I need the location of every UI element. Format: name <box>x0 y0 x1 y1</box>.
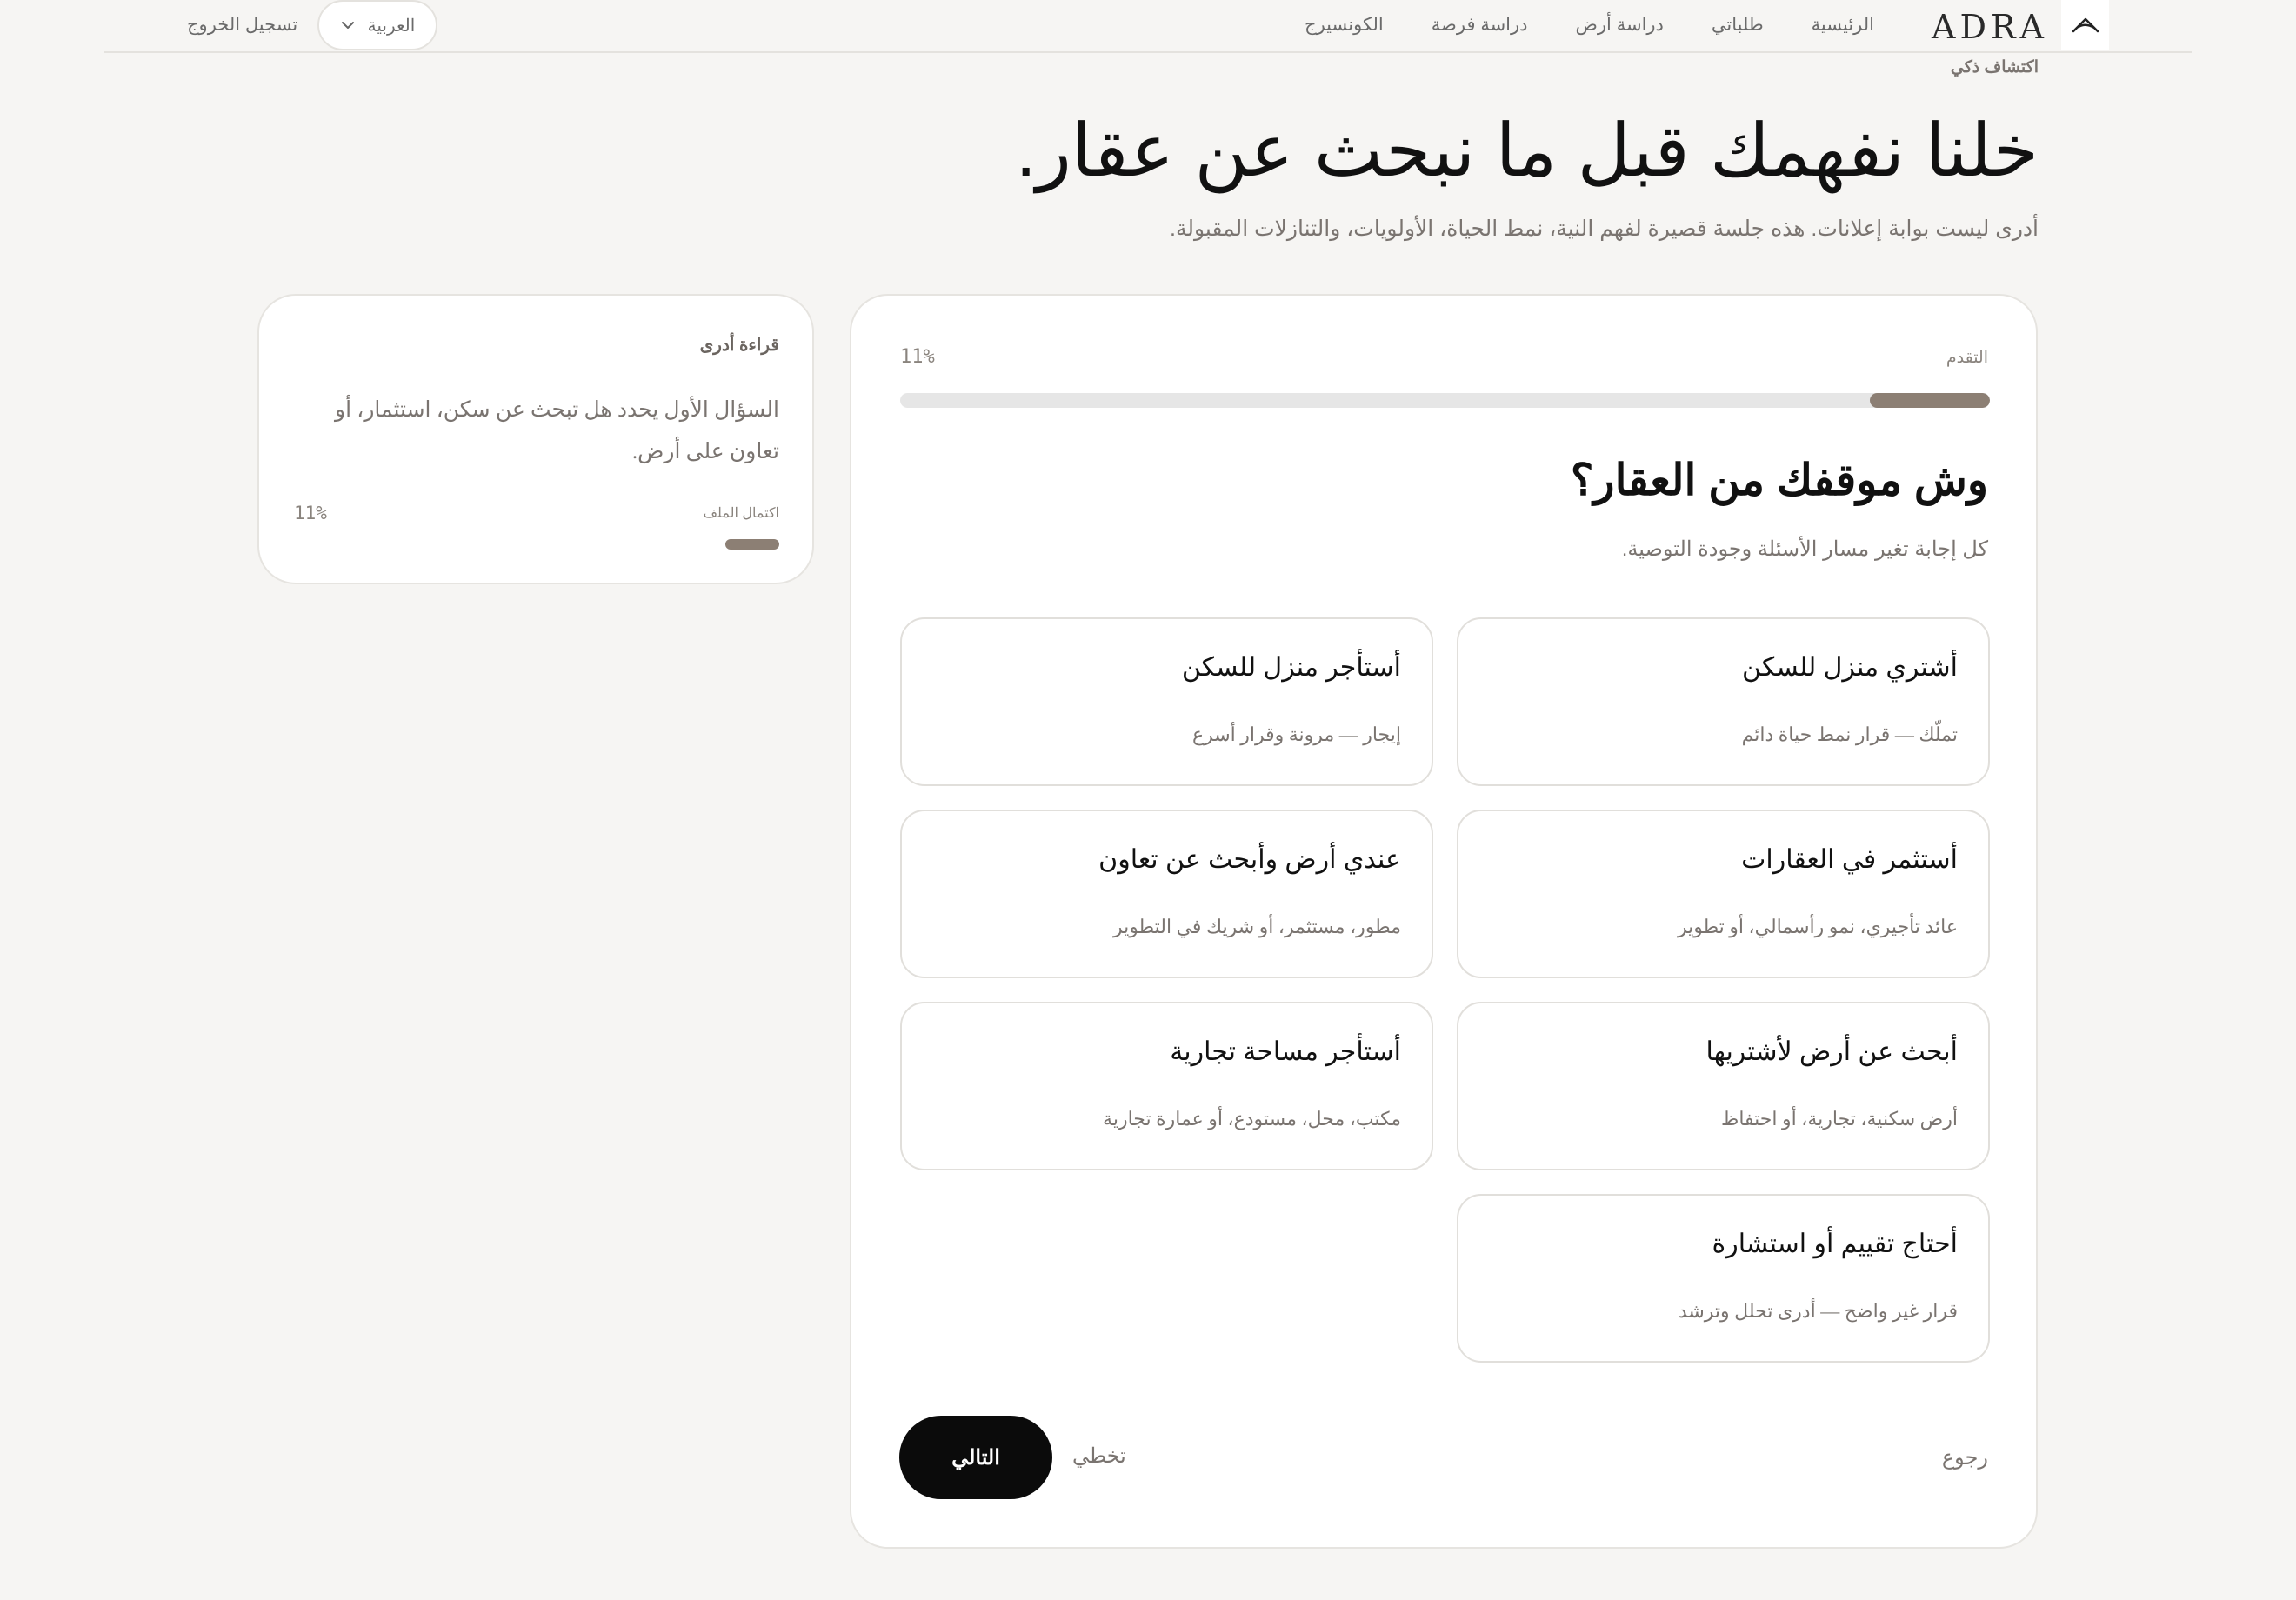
option-description: قرار غير واضح — أدرى تحلل وترشد <box>1678 1300 1958 1322</box>
logout-link[interactable]: تسجيل الخروج <box>187 12 297 38</box>
progress-value: 11% <box>900 346 935 368</box>
option-title: أحتاج تقييم أو استشارة <box>1712 1230 1959 1258</box>
option-title: عندي أرض وأبحث عن تعاون <box>1098 845 1401 874</box>
next-button[interactable]: التالي <box>899 1416 1052 1499</box>
chevron-down-icon <box>341 22 354 29</box>
nav-item-opportunity-study[interactable]: دراسة فرصة <box>1432 12 1528 38</box>
question-subtitle: كل إجابة تغير مسار الأسئلة وجودة التوصية… <box>1621 537 1988 561</box>
option-invest[interactable]: أستثمر في العقارات عائد تأجيري، نمو رأسم… <box>1457 810 1990 978</box>
option-valuation-consult[interactable]: أحتاج تقييم أو استشارة قرار غير واضح — أ… <box>1457 1194 1990 1363</box>
option-description: مطور، مستثمر، أو شريك في التطوير <box>1112 916 1401 937</box>
progress-bar-fill <box>1870 393 1990 408</box>
insight-card: قراءة أدرى السؤال الأول يحدد هل تبحث عن … <box>257 294 814 584</box>
page-title: خلنا نفهمك قبل ما نبحث عن عقار. <box>1016 110 2039 191</box>
question-title: وش موقفك من العقار؟ <box>1570 456 1988 504</box>
profile-completion-bar <box>725 539 779 550</box>
option-land-partnership[interactable]: عندي أرض وأبحث عن تعاون مطور، مستثمر، أو… <box>900 810 1433 978</box>
profile-completion-label: اكتمال الملف <box>703 506 779 521</box>
option-title: أبحث عن أرض لأشتريها <box>1705 1037 1958 1066</box>
option-title: أشتري منزل للسكن <box>1742 653 1958 682</box>
option-title: أستأجر منزل للسكن <box>1181 653 1401 682</box>
top-header: ADRA الرئيسية طلباتي دراسة أرض دراسة فرص… <box>104 0 2192 53</box>
profile-completion-value: 11% <box>294 503 327 523</box>
progress-label: التقدم <box>1946 349 1988 367</box>
logo-icon[interactable] <box>2061 0 2109 50</box>
nav-item-my-requests[interactable]: طلباتي <box>1712 12 1764 38</box>
back-button[interactable]: رجوع <box>1942 1445 1988 1470</box>
skip-button[interactable]: تخطي <box>1072 1443 1126 1469</box>
option-title: أستأجر مساحة تجارية <box>1170 1037 1401 1066</box>
option-buy-land[interactable]: أبحث عن أرض لأشتريها أرض سكنية، تجارية، … <box>1457 1002 1990 1170</box>
option-rent-home[interactable]: أستأجر منزل للسكن إيجار — مرونة وقرار أس… <box>900 617 1433 786</box>
page-subtitle: أدرى ليست بوابة إعلانات. هذه جلسة قصيرة … <box>1170 217 2039 241</box>
option-buy-home[interactable]: أشتري منزل للسكن تملّك — قرار نمط حياة د… <box>1457 617 1990 786</box>
nav-item-concierge[interactable]: الكونسيرج <box>1305 12 1384 38</box>
option-description: أرض سكنية، تجارية، أو احتفاظ <box>1720 1108 1958 1130</box>
option-title: أستثمر في العقارات <box>1741 845 1958 874</box>
nav-item-home[interactable]: الرئيسية <box>1812 12 1874 38</box>
progress-bar <box>900 393 1990 408</box>
language-select[interactable]: العربية <box>317 0 437 50</box>
insight-title: قراءة أدرى <box>699 336 779 355</box>
nav-item-land-study[interactable]: دراسة أرض <box>1576 12 1664 38</box>
option-description: إيجار — مرونة وقرار أسرع <box>1191 723 1401 745</box>
option-description: مكتب، محل، مستودع، أو عمارة تجارية <box>1103 1108 1401 1130</box>
option-description: تملّك — قرار نمط حياة دائم <box>1741 723 1958 745</box>
main-nav: الرئيسية طلباتي دراسة أرض دراسة فرصة الك… <box>1305 12 1874 38</box>
page: ADRA الرئيسية طلباتي دراسة أرض دراسة فرص… <box>0 0 2296 1600</box>
brand-logo-text[interactable]: ADRA <box>1932 7 2048 47</box>
option-description: عائد تأجيري، نمو رأسمالي، أو تطوير <box>1678 916 1958 937</box>
language-label: العربية <box>367 16 416 36</box>
eyebrow-label: اكتشاف ذكي <box>1950 58 2039 77</box>
options-grid: أشتري منزل للسكن تملّك — قرار نمط حياة د… <box>900 617 1990 1363</box>
option-rent-commercial[interactable]: أستأجر مساحة تجارية مكتب، محل، مستودع، أ… <box>900 1002 1433 1170</box>
insight-text: السؤال الأول يحدد هل تبحث عن سكن، استثما… <box>335 398 779 463</box>
questionnaire-card: التقدم 11% وش موقفك من العقار؟ كل إجابة … <box>850 294 2038 1549</box>
